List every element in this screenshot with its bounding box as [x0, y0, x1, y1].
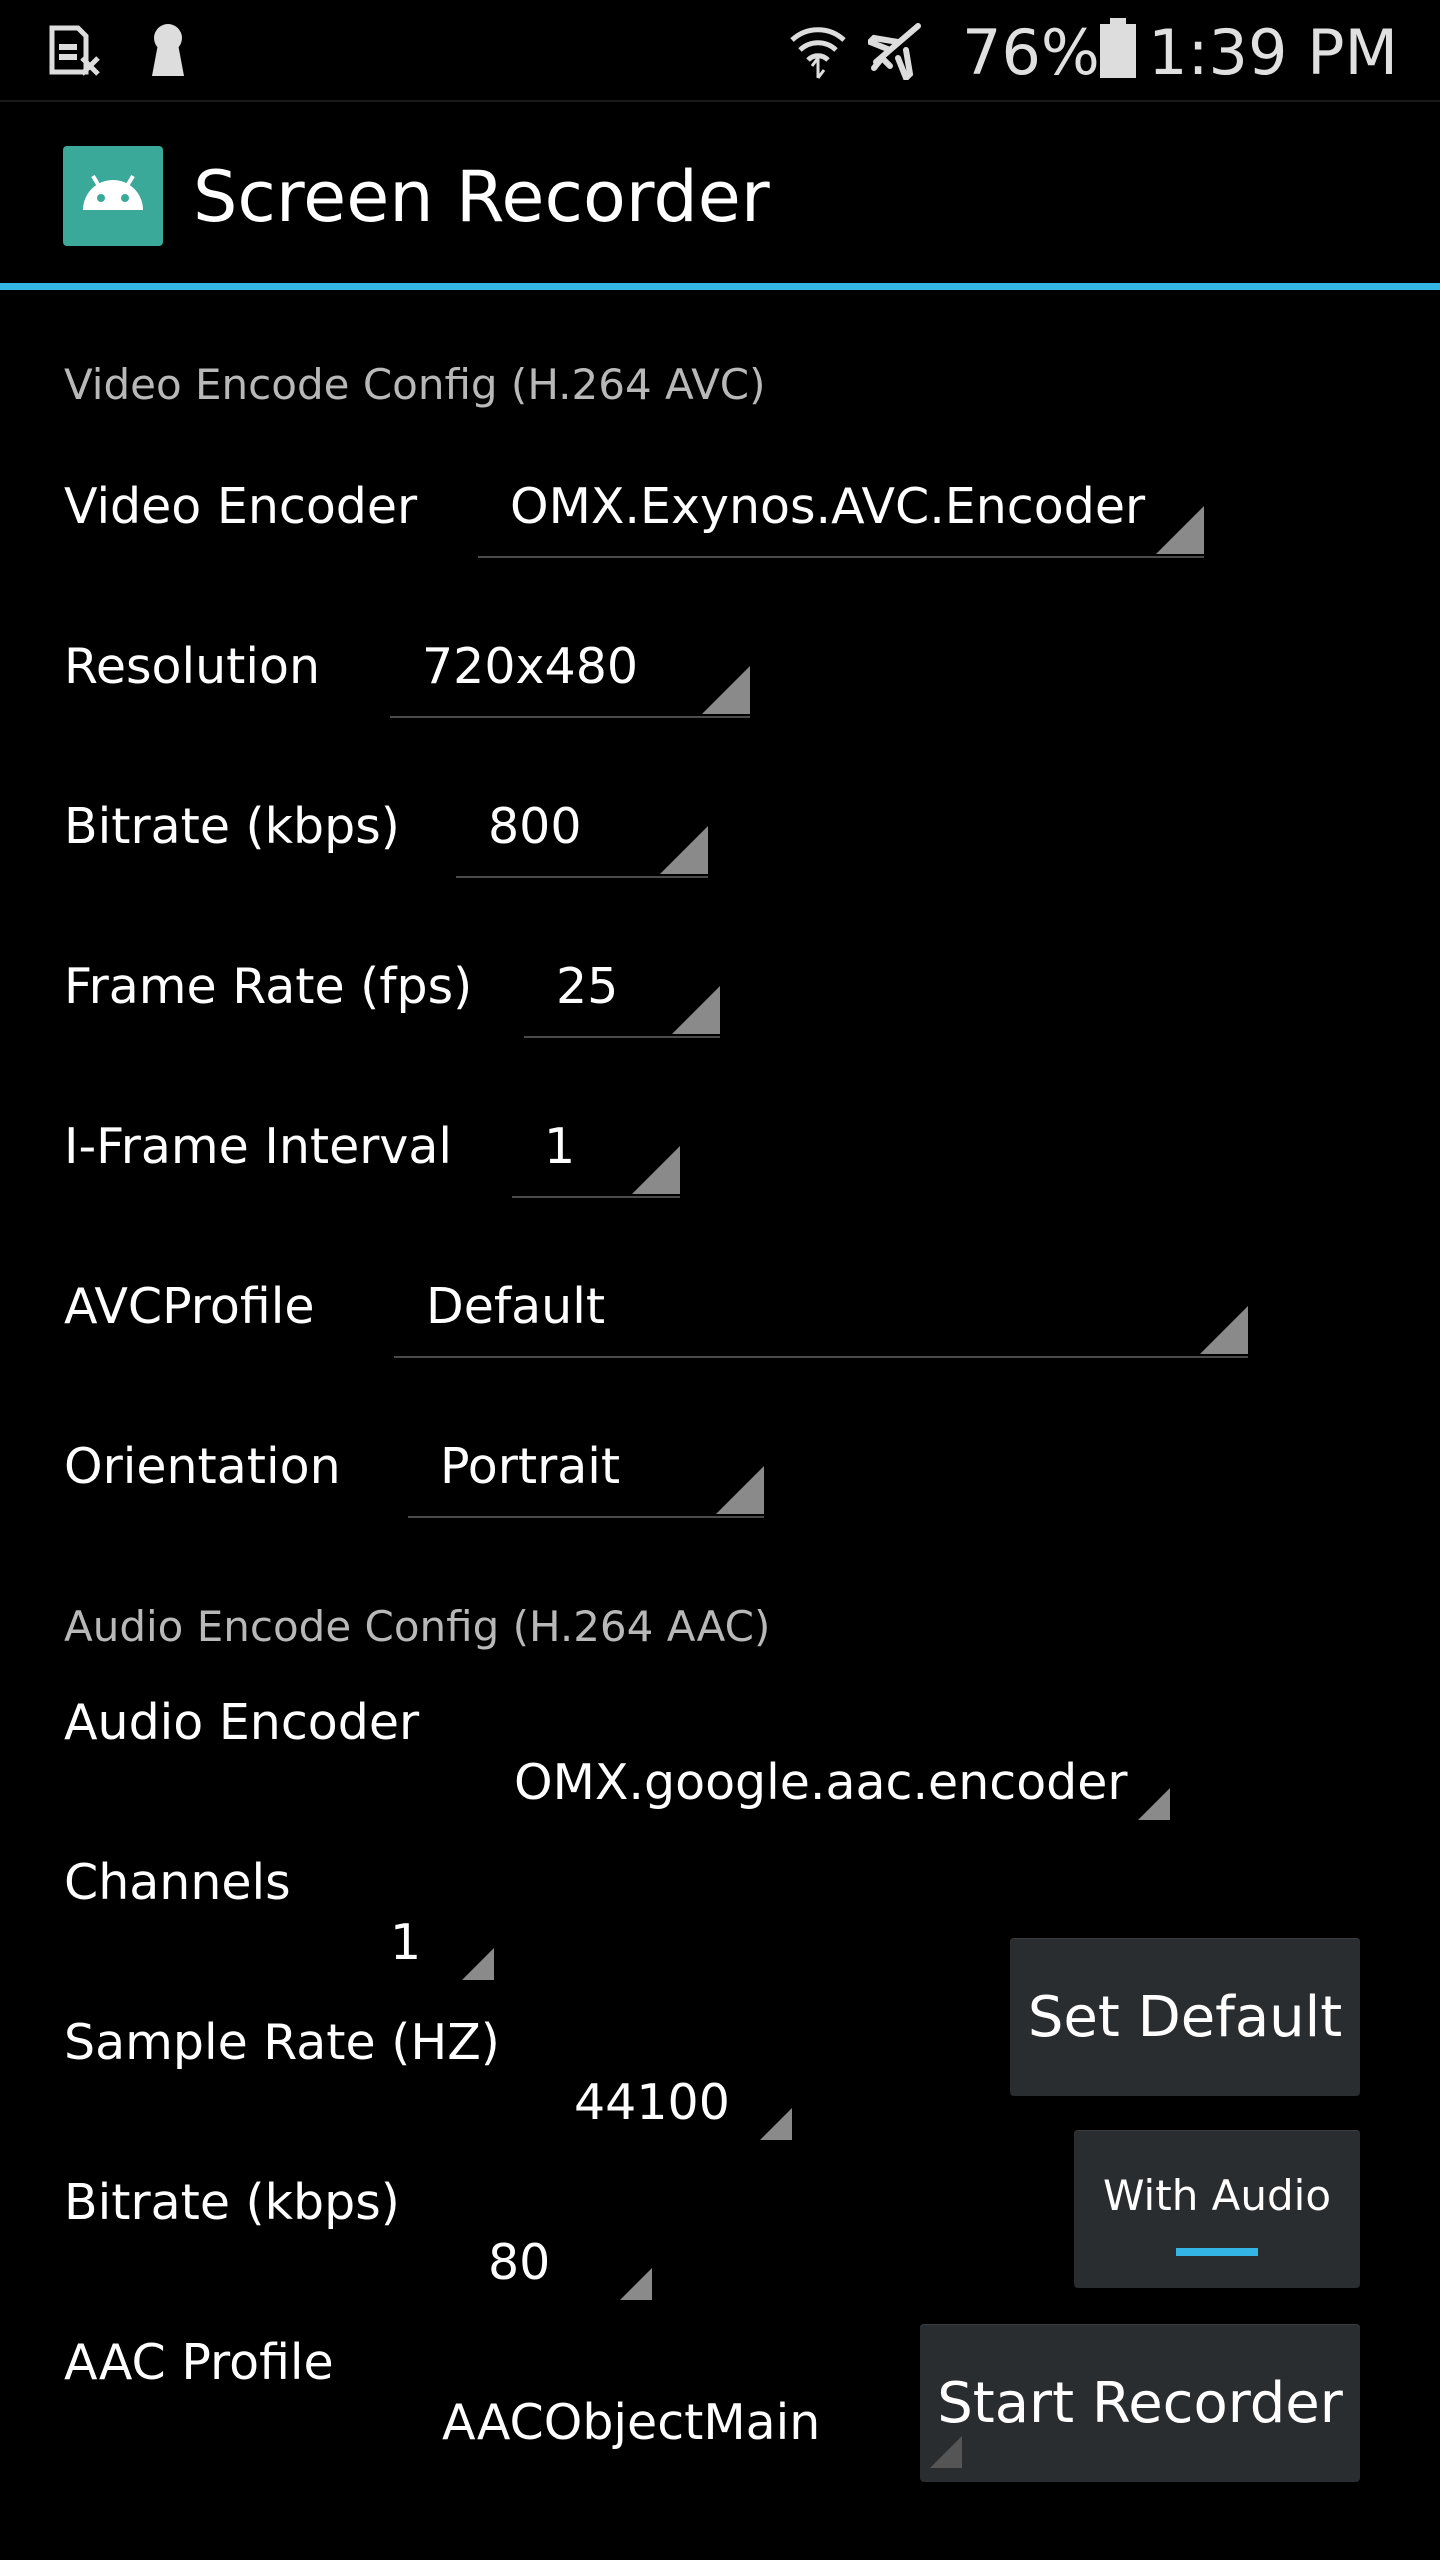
- spinner-arrow-icon: [760, 2108, 792, 2140]
- video-bitrate-value: 800: [488, 798, 582, 855]
- iframe-interval-spinner[interactable]: 1: [512, 1118, 680, 1198]
- resolution-label: Resolution: [64, 638, 321, 695]
- audio-section-header: Audio Encode Config (H.264 AAC): [64, 1602, 771, 1651]
- spinner-arrow-icon: [632, 1146, 680, 1194]
- status-time: 1:39 PM: [1148, 16, 1398, 89]
- video-bitrate-spinner[interactable]: 800: [456, 798, 708, 878]
- spinner-arrow-icon: [716, 1466, 764, 1514]
- toggle-indicator: [1176, 2247, 1258, 2256]
- sample-rate-label: Sample Rate (HZ): [64, 2014, 500, 2071]
- video-section-header: Video Encode Config (H.264 AVC): [64, 360, 766, 409]
- video-encoder-spinner[interactable]: OMX.Exynos.AVC.Encoder: [478, 478, 1204, 558]
- frame-rate-spinner[interactable]: 25: [524, 958, 720, 1038]
- spinner-arrow-icon: [702, 666, 750, 714]
- orientation-label: Orientation: [64, 1438, 341, 1495]
- sample-rate-spinner[interactable]: 44100: [572, 2074, 794, 2146]
- spinner-arrow-icon: [620, 2268, 652, 2300]
- video-encoder-label: Video Encoder: [64, 478, 418, 535]
- sample-rate-value: 44100: [574, 2074, 730, 2131]
- spinner-arrow-icon: [1200, 1306, 1248, 1354]
- wifi-icon: [790, 27, 846, 79]
- audio-bitrate-spinner[interactable]: 80: [486, 2234, 654, 2306]
- battery-percent: 76%: [962, 16, 1100, 89]
- frame-rate-label: Frame Rate (fps): [64, 958, 473, 1015]
- spinner-arrow-icon: [672, 986, 720, 1034]
- action-bar-divider: [0, 283, 1440, 290]
- avc-profile-label: AVCProfile: [64, 1278, 315, 1335]
- audio-bitrate-label: Bitrate (kbps): [64, 2174, 400, 2231]
- airplane-icon: [868, 23, 921, 80]
- orientation-value: Portrait: [440, 1438, 621, 1495]
- iframe-interval-value: 1: [544, 1118, 576, 1175]
- android-icon: [63, 146, 163, 246]
- resolution-value: 720x480: [422, 638, 639, 695]
- spinner-arrow-icon: [1156, 506, 1204, 554]
- audio-encoder-label: Audio Encoder: [64, 1694, 420, 1751]
- keyhole-icon: [152, 24, 184, 76]
- spinner-arrow-icon: [930, 2436, 962, 2468]
- video-bitrate-label: Bitrate (kbps): [64, 798, 400, 855]
- channels-spinner[interactable]: 1: [388, 1914, 496, 1986]
- aac-profile-label: AAC Profile: [64, 2334, 334, 2391]
- start-recorder-button[interactable]: Start Recorder: [920, 2324, 1360, 2482]
- app-title: Screen Recorder: [193, 156, 770, 238]
- avc-profile-spinner[interactable]: Default: [394, 1278, 1248, 1358]
- audio-encoder-spinner[interactable]: OMX.google.aac.encoder: [510, 1754, 1170, 1826]
- orientation-spinner[interactable]: Portrait: [408, 1438, 764, 1518]
- video-encoder-value: OMX.Exynos.AVC.Encoder: [510, 478, 1146, 535]
- audio-encoder-value: OMX.google.aac.encoder: [514, 1754, 1128, 1811]
- frame-rate-value: 25: [556, 958, 619, 1015]
- sim-card-icon: [49, 25, 100, 76]
- channels-value: 1: [390, 1914, 422, 1971]
- battery-icon: [1100, 18, 1136, 78]
- spinner-arrow-icon: [1138, 1788, 1170, 1820]
- aac-profile-spinner[interactable]: AACObjectMain: [440, 2394, 840, 2466]
- aac-profile-value: AACObjectMain: [442, 2394, 821, 2451]
- set-default-button[interactable]: Set Default: [1010, 1938, 1360, 2096]
- iframe-interval-label: I-Frame Interval: [64, 1118, 453, 1175]
- with-audio-toggle[interactable]: With Audio: [1074, 2130, 1360, 2288]
- status-bar: 76% 1:39 PM: [0, 0, 1440, 100]
- audio-bitrate-value: 80: [488, 2234, 551, 2291]
- start-recorder-label: Start Recorder: [937, 2370, 1343, 2436]
- spinner-arrow-icon: [660, 826, 708, 874]
- resolution-spinner[interactable]: 720x480: [390, 638, 750, 718]
- channels-label: Channels: [64, 1854, 291, 1911]
- with-audio-label: With Audio: [1102, 2170, 1332, 2220]
- avc-profile-value: Default: [426, 1278, 606, 1335]
- status-bar-divider: [0, 100, 1440, 102]
- spinner-arrow-icon: [462, 1948, 494, 1980]
